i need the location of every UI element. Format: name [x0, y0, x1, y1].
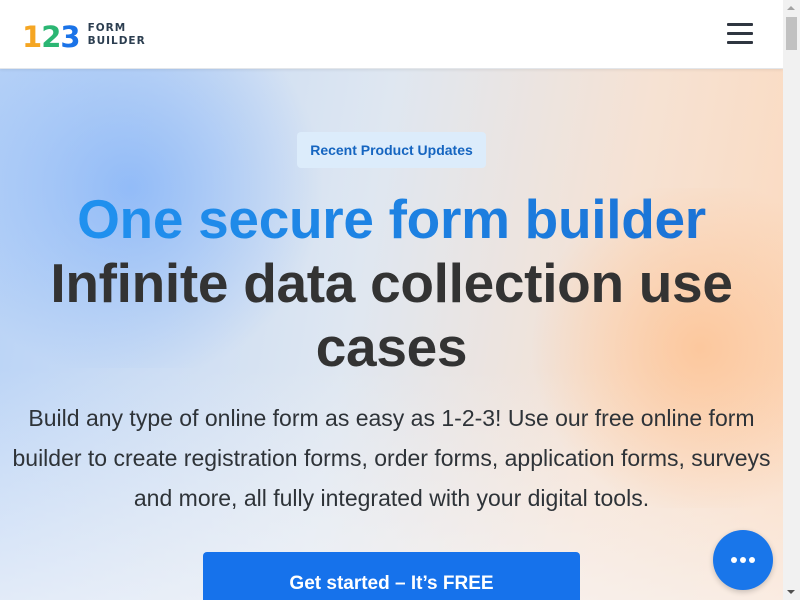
chat-dot: [740, 557, 746, 563]
logo-digit-1: 1: [22, 20, 42, 54]
logo-digit-3: 3: [60, 20, 80, 54]
scrollbar-thumb[interactable]: [786, 17, 797, 50]
logo[interactable]: 1 2 3 FORM BUILDER: [22, 20, 146, 54]
arrow-up-glyph: [787, 6, 795, 10]
recent-updates-button[interactable]: Recent Product Updates: [297, 132, 486, 168]
logo-mark: 1 2 3: [22, 20, 81, 54]
chat-dot: [749, 557, 755, 563]
arrow-down-glyph: [787, 590, 795, 594]
hero-content: Recent Product Updates One secure form b…: [0, 68, 783, 600]
hero-subtitle: Build any type of online form as easy as…: [12, 405, 771, 511]
get-started-button[interactable]: Get started – It’s FREE: [203, 552, 580, 600]
site-header: 1 2 3 FORM BUILDER: [0, 0, 783, 69]
scroll-down-arrow-icon[interactable]: [783, 583, 800, 600]
menu-bar-top: [727, 23, 753, 26]
logo-wordmark: FORM BUILDER: [88, 22, 146, 48]
headline-secondary: Infinite data collection use cases: [50, 252, 733, 378]
page-viewport: 1 2 3 FORM BUILDER Recent Product Update…: [0, 0, 783, 600]
page-scrollbar[interactable]: [783, 0, 800, 600]
hero-section: Recent Product Updates One secure form b…: [0, 68, 783, 600]
logo-text-line1: FORM: [87, 22, 127, 34]
scroll-up-arrow-icon[interactable]: [783, 0, 800, 17]
logo-digit-2: 2: [41, 20, 61, 54]
hamburger-menu-icon[interactable]: [726, 20, 754, 48]
chat-bubble-icon[interactable]: [713, 530, 773, 590]
menu-bar-middle: [727, 32, 753, 35]
logo-text-line2: BUILDER: [87, 35, 146, 47]
chat-dot: [731, 557, 737, 563]
menu-bar-bottom: [727, 41, 753, 44]
headline-primary: One secure form builder: [0, 186, 783, 252]
